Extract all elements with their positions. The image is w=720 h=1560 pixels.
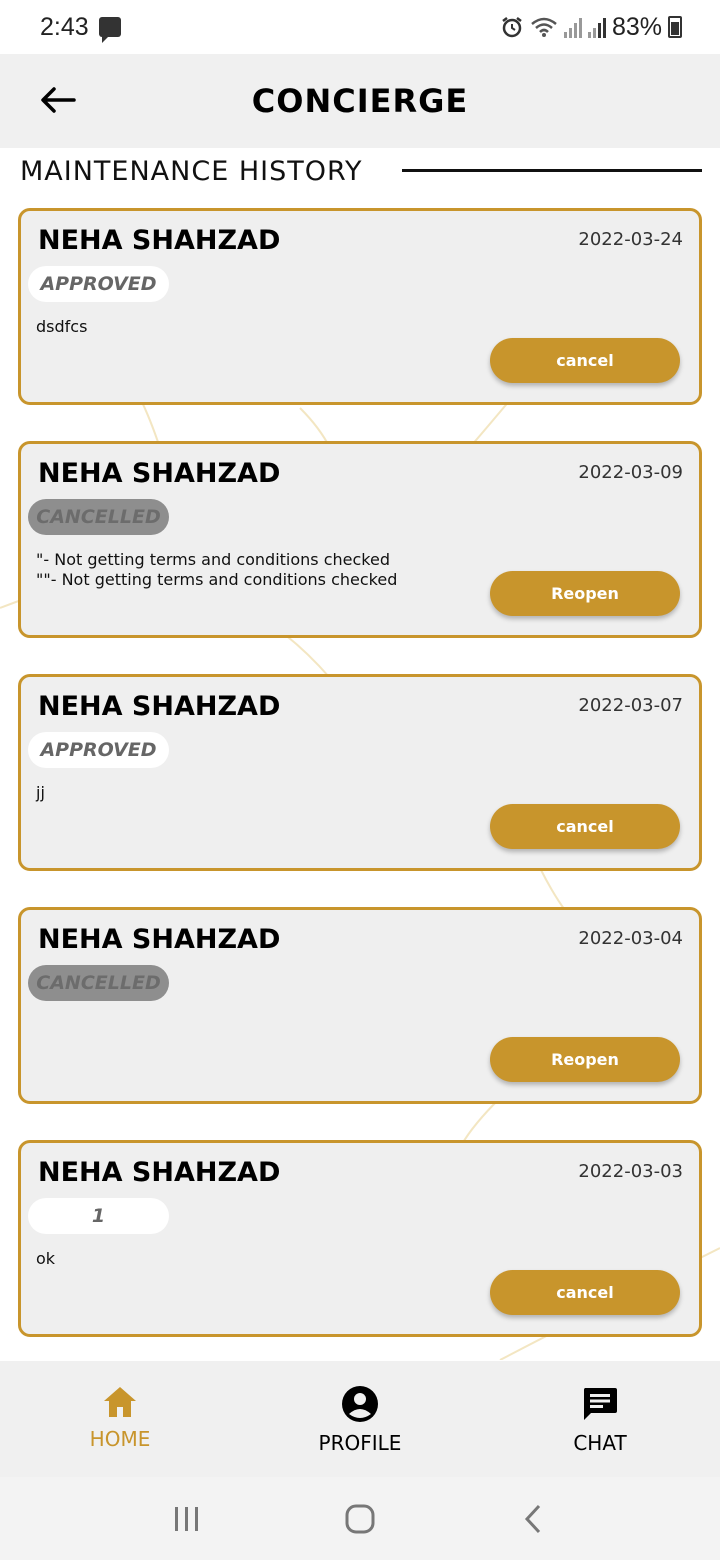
reopen-button[interactable]: Reopen xyxy=(490,571,680,616)
bottom-nav: HOME PROFILE CHAT xyxy=(0,1361,720,1477)
app-header: CONCIERGE xyxy=(0,54,720,148)
maintenance-card: NEHA SHAHZAD 2022-03-03 1 ok cancel xyxy=(18,1140,702,1337)
recent-apps-button[interactable] xyxy=(157,1494,217,1544)
home-icon xyxy=(104,1387,136,1417)
card-date: 2022-03-24 xyxy=(578,229,683,250)
card-description: ok xyxy=(36,1249,56,1268)
home-system-button[interactable] xyxy=(330,1494,390,1544)
chat-icon xyxy=(583,1388,617,1420)
status-badge: CANCELLED xyxy=(28,965,169,1001)
nav-home-label: HOME xyxy=(89,1427,151,1451)
maintenance-card: NEHA SHAHZAD 2022-03-24 APPROVED dsdfcs canc… xyxy=(18,208,702,405)
signal-icon-1 xyxy=(563,16,582,38)
card-date: 2022-03-04 xyxy=(578,928,683,949)
status-badge: APPROVED xyxy=(28,732,169,768)
battery-percent: 83% xyxy=(611,12,662,41)
card-name: NEHA SHAHZAD xyxy=(38,691,281,722)
card-name: NEHA SHAHZAD xyxy=(38,1157,281,1188)
nav-profile[interactable]: PROFILE xyxy=(240,1361,480,1477)
card-name: NEHA SHAHZAD xyxy=(38,924,281,955)
cancel-button[interactable]: cancel xyxy=(490,1270,680,1315)
message-notification-icon xyxy=(98,17,121,43)
back-system-button[interactable] xyxy=(503,1494,563,1544)
nav-profile-label: PROFILE xyxy=(318,1431,402,1455)
home-circle-icon xyxy=(345,1504,375,1533)
card-date: 2022-03-09 xyxy=(578,462,683,483)
nav-home[interactable]: HOME xyxy=(0,1361,240,1477)
maintenance-card: NEHA SHAHZAD 2022-03-07 APPROVED jj cancel xyxy=(18,674,702,871)
alarm-icon xyxy=(502,17,522,38)
reopen-button[interactable]: Reopen xyxy=(490,1037,680,1082)
card-date: 2022-03-03 xyxy=(578,1161,683,1182)
signal-icon-2 xyxy=(587,16,606,38)
section-title: MAINTENANCE HISTORY xyxy=(20,156,371,187)
system-nav-bar xyxy=(0,1477,720,1560)
wifi-icon xyxy=(531,17,557,37)
status-left: 2:43 xyxy=(40,12,121,43)
account-circle-icon xyxy=(342,1386,378,1422)
cancel-button[interactable]: cancel xyxy=(490,338,680,383)
maintenance-card: NEHA SHAHZAD 2022-03-09 CANCELLED "- Not ge… xyxy=(18,441,702,638)
recent-apps-icon xyxy=(174,1506,198,1531)
card-name: NEHA SHAHZAD xyxy=(38,225,281,256)
status-badge: CANCELLED xyxy=(28,499,169,535)
chevron-left-icon xyxy=(525,1504,541,1533)
card-description: dsdfcs xyxy=(36,317,88,336)
status-badge: APPROVED xyxy=(28,266,169,302)
card-date: 2022-03-07 xyxy=(578,695,683,716)
status-time: 2:43 xyxy=(40,12,89,41)
maintenance-card: NEHA SHAHZAD 2022-03-04 CANCELLED Reopen xyxy=(18,907,702,1104)
status-badge: 1 xyxy=(28,1198,169,1234)
nav-chat[interactable]: CHAT xyxy=(480,1361,720,1477)
section-divider xyxy=(402,169,702,172)
status-bar: 2:43 83% xyxy=(0,0,720,54)
battery-icon xyxy=(668,16,682,38)
page-title: CONCIERGE xyxy=(251,82,469,120)
cancel-button[interactable]: cancel xyxy=(490,804,680,849)
card-description: jj xyxy=(36,783,45,802)
status-right: 83% xyxy=(500,13,682,42)
nav-chat-label: CHAT xyxy=(573,1431,627,1455)
card-name: NEHA SHAHZAD xyxy=(38,458,281,489)
card-description: "- Not getting terms and conditions chec… xyxy=(36,550,398,589)
